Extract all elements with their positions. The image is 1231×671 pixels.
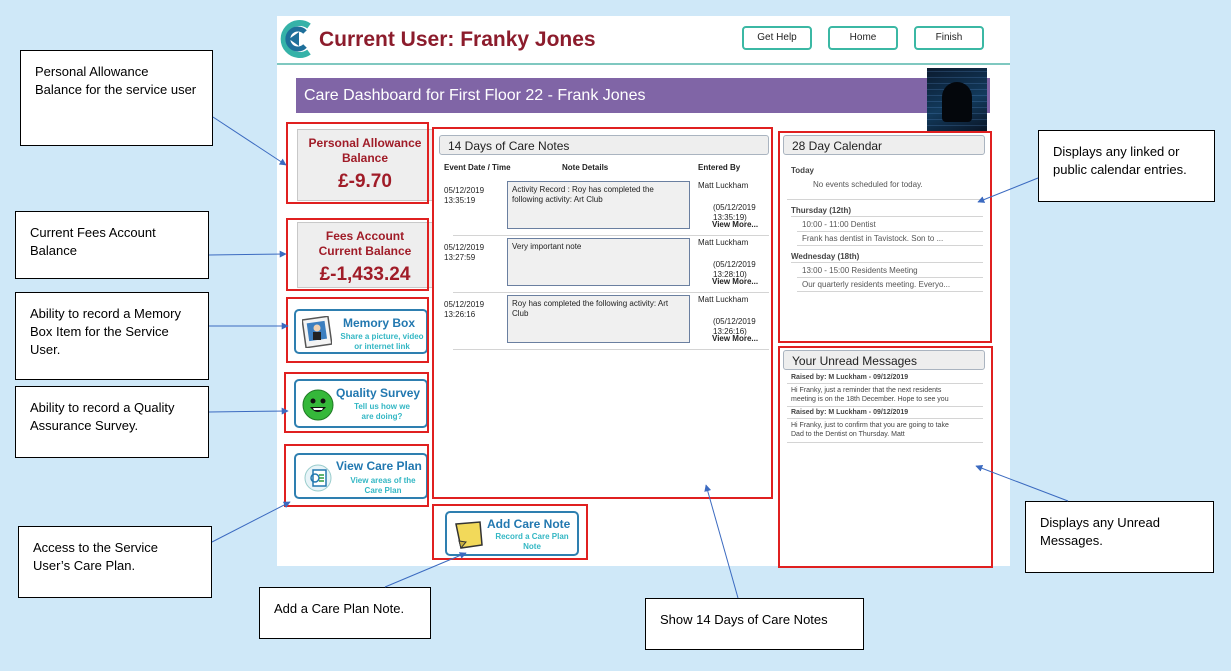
highlight-care-notes [432, 127, 773, 499]
highlight-personal-allowance [286, 122, 429, 204]
highlight-messages [778, 346, 993, 568]
callout-personal-allowance: Personal Allowance Balance for the servi… [20, 50, 213, 146]
highlight-quality-survey [284, 372, 429, 433]
callout-fees: Current Fees Account Balance [15, 211, 209, 279]
company-logo-icon [280, 20, 311, 58]
header-divider [277, 63, 1010, 65]
finish-button[interactable]: Finish [914, 26, 984, 50]
highlight-fees-account [286, 218, 429, 291]
highlight-add-care-note [432, 504, 588, 560]
callout-calendar: Displays any linked or public calendar e… [1038, 130, 1215, 202]
callout-add-note: Add a Care Plan Note. [259, 587, 431, 639]
callout-memory-box: Ability to record a Memory Box Item for … [15, 292, 209, 380]
highlight-care-plan [284, 444, 429, 507]
get-help-button[interactable]: Get Help [742, 26, 812, 50]
callout-care-notes: Show 14 Days of Care Notes [645, 598, 864, 650]
highlight-calendar [778, 131, 992, 343]
callout-messages: Displays any Unread Messages. [1025, 501, 1214, 573]
callout-care-plan: Access to the Service User’s Care Plan. [18, 526, 212, 598]
home-button[interactable]: Home [828, 26, 898, 50]
service-user-photo[interactable] [927, 68, 987, 132]
dashboard-title: Care Dashboard for First Floor 22 - Fran… [296, 78, 990, 113]
highlight-memory-box [286, 297, 429, 363]
current-user-title: Current User: Franky Jones [319, 28, 596, 51]
callout-quality: Ability to record a Quality Assurance Su… [15, 386, 209, 458]
